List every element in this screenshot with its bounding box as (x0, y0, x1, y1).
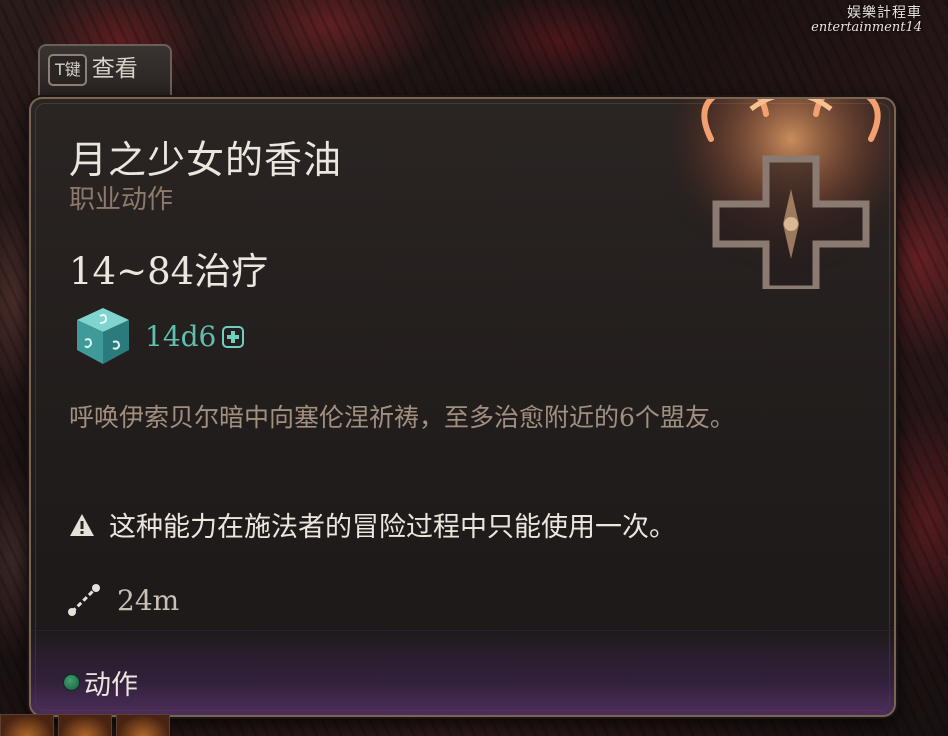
key-hint-badge: T键 (48, 54, 87, 86)
examine-label: 查看 (91, 56, 138, 82)
ability-tooltip: 月之少女的香油 职业动作 14~84治疗 14d6 呼唤伊索贝尔暗中向塞伦涅祈祷… (29, 97, 896, 717)
d6-dice-icon (77, 308, 129, 364)
examine-tab[interactable]: T键 查看 (38, 44, 172, 104)
watermark-en: entertainment14 (811, 20, 922, 36)
dice-row: 14d6 (71, 304, 245, 368)
warning-row: 这种能力在施法者的冒险过程中只能使用一次。 (69, 505, 676, 544)
heal-plus-icon (222, 326, 245, 348)
warning-icon (70, 513, 94, 536)
action-type-row: 动作 (63, 663, 138, 702)
tooltip-footer (31, 630, 894, 715)
heal-amount: 14~84治疗 (69, 250, 269, 293)
hotbar-slot[interactable] (58, 714, 112, 736)
selune-emblem-icon (671, 99, 894, 289)
ability-title: 月之少女的香油 (69, 138, 343, 182)
range-row: 24m (67, 583, 179, 617)
hotbar-partial (0, 714, 230, 736)
hotbar-slot[interactable] (0, 714, 54, 736)
ability-description: 呼唤伊索贝尔暗中向塞伦涅祈祷，至多治愈附近的6个盟友。 (69, 403, 735, 432)
hotbar-slot[interactable] (116, 714, 170, 736)
warning-text: 这种能力在施法者的冒险过程中只能使用一次。 (109, 512, 676, 543)
watermark: 娱樂計程車 entertainment14 (811, 5, 922, 36)
action-type-label: 动作 (84, 670, 138, 701)
dice-formula: 14d6 (145, 319, 217, 353)
range-value: 24m (117, 583, 180, 617)
ability-category: 职业动作 (69, 185, 174, 215)
range-icon (68, 584, 100, 616)
action-dot-icon (63, 674, 80, 691)
